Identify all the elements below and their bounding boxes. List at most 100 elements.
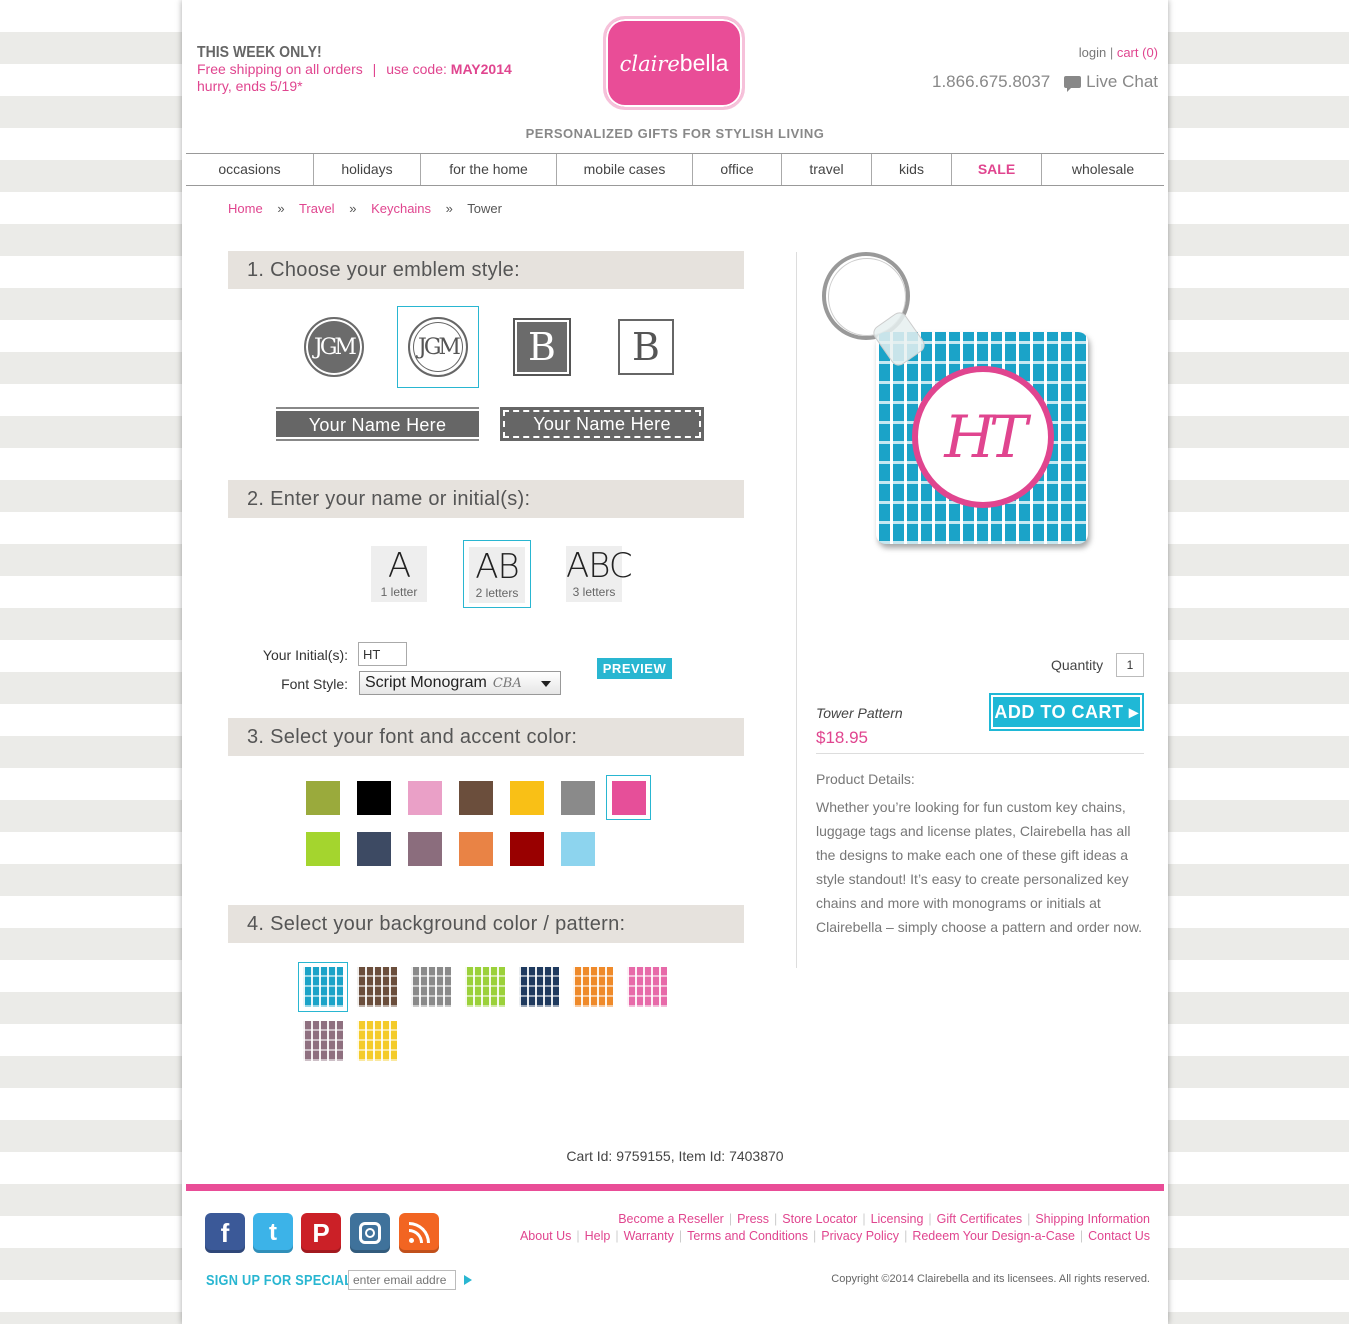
emblem-square-filled[interactable]: B [501,306,583,388]
cart-link[interactable]: cart (0) [1117,45,1158,60]
letters-option-3[interactable]: ABC 3 letters [566,546,633,602]
footer-link-separator: | [862,1212,866,1226]
emblem-banner-solid[interactable]: Your Name Here [276,407,479,441]
accent-color-swatch[interactable] [306,781,340,815]
footer-link[interactable]: Privacy Policy [821,1229,899,1243]
facebook-icon[interactable]: f [205,1213,245,1253]
emblem-square-outline[interactable]: B [605,306,687,388]
promo-banner: THIS WEEK ONLY! Free shipping on all ord… [197,44,512,95]
accent-color-swatch[interactable] [561,781,595,815]
nav-for-the-home[interactable]: for the home [421,154,557,185]
accent-color-swatch[interactable] [357,781,391,815]
letters-option-2[interactable]: AB 2 letters [463,540,531,608]
background-pattern-swatch[interactable] [411,967,451,1007]
accent-color-swatch[interactable] [612,781,646,815]
pinterest-icon[interactable]: P [301,1213,341,1253]
accent-color-swatch[interactable] [408,781,442,815]
account-links: login | cart (0) [1079,45,1158,60]
accent-color-swatch[interactable] [306,832,340,866]
nav-travel[interactable]: travel [782,154,872,185]
keychain-monogram: HT [912,366,1054,508]
breadcrumb-travel[interactable]: Travel [299,201,335,216]
background-pattern-swatch[interactable] [465,967,505,1007]
footer-link-separator: | [813,1229,817,1243]
letters-option-1[interactable]: A 1 letter [371,546,427,602]
nav-occasions[interactable]: occasions [186,154,314,185]
footer-link[interactable]: Redeem Your Design-a-Case [912,1229,1075,1243]
footer-link[interactable]: Store Locator [782,1212,857,1226]
letters-option-3-sample: ABC [566,546,633,586]
emblem-banner-dashed[interactable]: Your Name Here [500,407,704,441]
price-divider [816,753,1144,754]
instagram-icon[interactable] [350,1213,390,1253]
footer-link[interactable]: Gift Certificates [937,1212,1022,1226]
letters-option-1-sample: A [387,546,411,586]
accent-color-swatch[interactable] [459,832,493,866]
nav-holidays[interactable]: holidays [314,154,421,185]
breadcrumb-separator: » [445,201,453,216]
accent-color-swatch[interactable] [459,781,493,815]
footer-link[interactable]: Warranty [624,1229,674,1243]
footer-link[interactable]: Shipping Information [1035,1212,1150,1226]
background-pattern-swatch[interactable] [573,967,613,1007]
font-style-select[interactable]: Script Monogram CBA [359,671,561,695]
nav-sale[interactable]: SALE [952,154,1042,185]
letters-option-3-label: 3 letters [572,585,616,599]
clairebella-logo[interactable]: clairebella [603,16,745,110]
live-chat-link[interactable]: Live Chat [1064,72,1158,92]
step3-heading: 3. Select your font and accent color: [228,718,744,756]
breadcrumb-current: Tower [467,201,502,216]
background-pattern-swatch[interactable] [519,967,559,1007]
emblem-circle-outline[interactable]: JGM [397,306,479,388]
background-pattern-swatch[interactable] [357,1021,397,1061]
signup-submit-arrow-icon[interactable] [464,1275,472,1285]
chat-bubble-icon [1064,76,1082,92]
footer-link[interactable]: Help [585,1229,611,1243]
promo-deadline: hurry, ends 5/19* [197,78,303,94]
background-pattern-swatch[interactable] [303,1021,343,1061]
breadcrumb-home[interactable]: Home [228,201,263,216]
nav-wholesale[interactable]: wholesale [1042,154,1164,185]
footer-link-separator: | [904,1229,908,1243]
add-to-cart-button[interactable]: ADD TO CART ▸ [989,693,1144,731]
accent-color-swatch[interactable] [561,832,595,866]
font-style-value: Script Monogram [365,674,487,691]
accent-color-swatch[interactable] [357,832,391,866]
footer-divider [186,1184,1164,1191]
footer-link[interactable]: About Us [520,1229,571,1243]
initials-label: Your Initial(s): [262,647,348,663]
nav-mobile-cases[interactable]: mobile cases [557,154,693,185]
signup-email-input[interactable] [348,1270,456,1290]
footer-link-separator: | [774,1212,778,1226]
background-pattern-swatch[interactable] [303,967,343,1007]
promo-use-code: use code: [386,61,447,77]
footer-link-separator: | [678,1229,683,1243]
footer-link[interactable]: Become a Reseller [618,1212,724,1226]
accent-color-swatch[interactable] [510,781,544,815]
emblem-circle-filled[interactable]: JGM [293,306,375,388]
twitter-icon[interactable]: t [253,1213,293,1253]
footer-link[interactable]: Contact Us [1088,1229,1150,1243]
footer-link[interactable]: Terms and Conditions [687,1229,808,1243]
accent-color-swatch[interactable] [408,832,442,866]
background-pattern-swatch[interactable] [357,967,397,1007]
rss-icon[interactable] [399,1213,439,1253]
breadcrumb: Home » Travel » Keychains » Tower [228,201,502,216]
breadcrumb-separator: » [349,201,357,216]
nav-office[interactable]: office [693,154,782,185]
footer-link[interactable]: Licensing [871,1212,924,1226]
accent-color-swatch[interactable] [510,832,544,866]
promo-headline: THIS WEEK ONLY! [197,44,322,61]
footer-link-separator: | [615,1229,619,1243]
background-pattern-swatch[interactable] [627,967,667,1007]
breadcrumb-keychains[interactable]: Keychains [371,201,431,216]
initials-input[interactable] [358,642,407,666]
quantity-input[interactable]: 1 [1116,653,1144,677]
footer-link-separator: | [1027,1212,1031,1226]
preview-button[interactable]: PREVIEW [597,658,672,679]
footer-link[interactable]: Press [737,1212,769,1226]
nav-kids[interactable]: kids [872,154,952,185]
footer-link-separator: | [728,1212,733,1226]
login-link[interactable]: login [1079,45,1106,60]
phone-number: 1.866.675.8037 [932,72,1051,91]
